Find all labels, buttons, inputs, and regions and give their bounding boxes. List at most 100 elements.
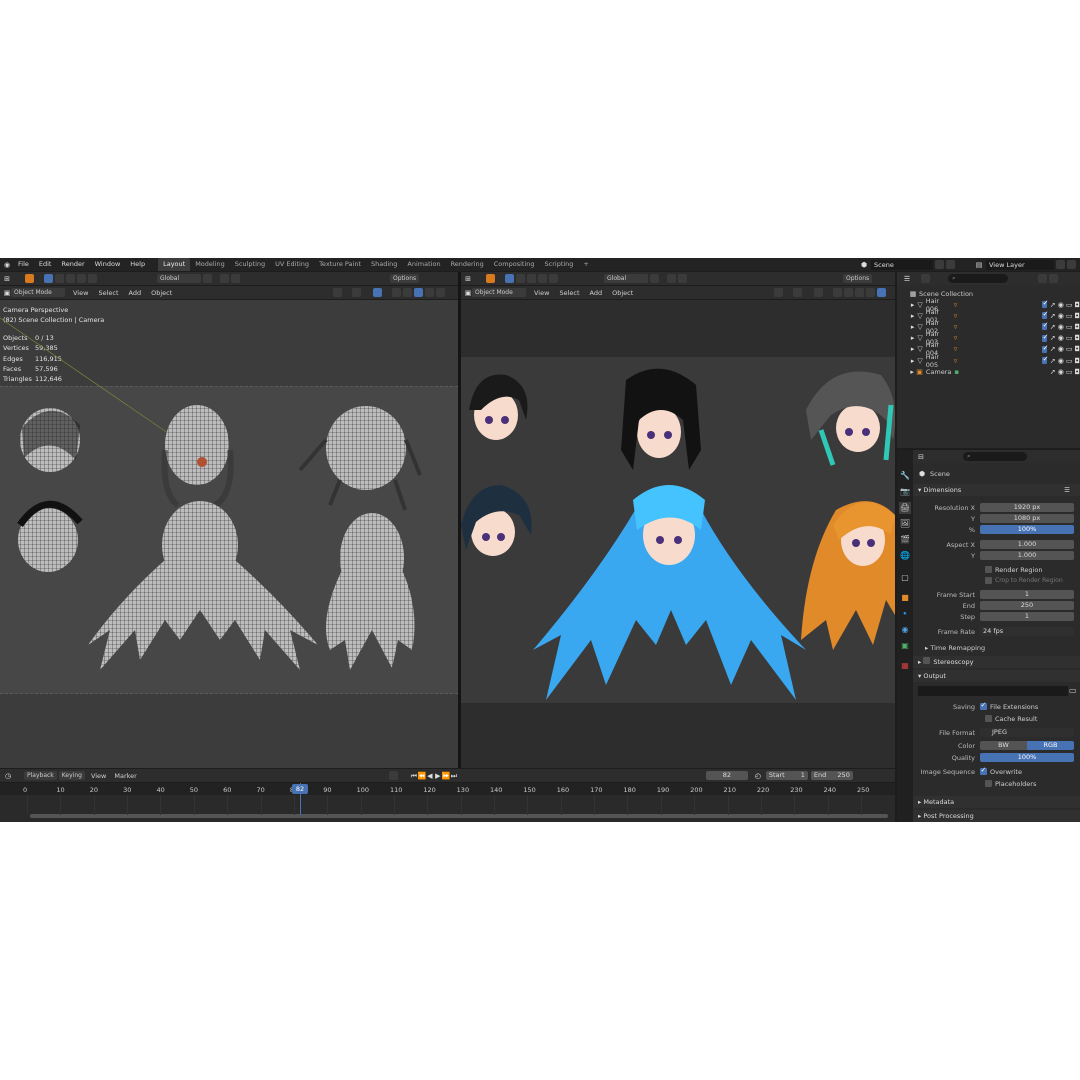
left-transform-orientation[interactable]: Global: [157, 274, 201, 283]
menu-render[interactable]: Render: [56, 258, 89, 271]
texture-tab-icon[interactable]: ▦: [899, 660, 911, 672]
eye-icon[interactable]: ◉: [1058, 323, 1064, 331]
physics-tab-icon[interactable]: ◉: [899, 624, 911, 636]
right-menu-object[interactable]: Object: [607, 289, 638, 297]
outliner-editor-icon[interactable]: ☰: [903, 275, 911, 283]
expand-arrow-icon[interactable]: ▸: [910, 301, 915, 309]
aspect-x-field[interactable]: 1.000: [980, 540, 1074, 549]
timeline-menu-view[interactable]: View: [87, 772, 110, 780]
tool-tab-icon[interactable]: 🔧: [899, 470, 911, 482]
current-frame-field[interactable]: 82: [705, 771, 748, 780]
render-region-row[interactable]: Render Region: [985, 564, 1080, 575]
left-visibility-icon[interactable]: [333, 288, 343, 297]
left-overlays-icon[interactable]: [373, 288, 383, 297]
output-path-input[interactable]: [918, 686, 1068, 696]
outliner-item[interactable]: ▸▽Hair 001▿➚◉▭◘: [897, 308, 1080, 324]
render-camera-icon[interactable]: ◘: [1074, 312, 1080, 320]
object-tab-icon[interactable]: ■: [899, 592, 911, 604]
right-transform-orientation[interactable]: Global: [604, 274, 648, 283]
scene-copy-icon[interactable]: [935, 260, 944, 269]
outliner-item[interactable]: ▸▽Hair 003▿➚◉▭◘: [897, 330, 1080, 346]
eye-icon[interactable]: ◉: [1058, 334, 1064, 342]
timeline-scrollbar[interactable]: [30, 814, 888, 818]
cache-result-row[interactable]: Cache Result: [985, 713, 1080, 724]
outliner-item[interactable]: ▸▽Hair 006▿➚◉▭◘: [897, 297, 1080, 313]
right-visibility-icon[interactable]: [774, 288, 784, 297]
dimensions-panel-header[interactable]: ▾ Dimensions ☰: [913, 484, 1080, 496]
right-overlays-icon[interactable]: [814, 288, 824, 297]
stopwatch-icon[interactable]: ◴: [754, 772, 762, 780]
viewport-monitor-icon[interactable]: ▭: [1066, 345, 1073, 353]
stereoscopy-checkbox[interactable]: [923, 657, 931, 664]
left-3d-viewport[interactable]: Camera Perspective (82) Scene Collection…: [0, 300, 458, 768]
timeline-editor-icon[interactable]: ◷: [4, 772, 12, 780]
right-select-tool-icon[interactable]: [486, 274, 495, 283]
viewport-monitor-icon[interactable]: ▭: [1066, 334, 1073, 342]
right-select-subtract-icon[interactable]: [527, 274, 536, 283]
left-menu-add[interactable]: Add: [124, 289, 147, 297]
properties-editor-icon[interactable]: ⊟: [917, 453, 925, 461]
right-shading-rendered-icon[interactable]: [877, 288, 887, 297]
exclude-checkbox[interactable]: [1042, 321, 1048, 331]
eye-icon[interactable]: ◉: [1058, 357, 1064, 365]
pivot-icon[interactable]: [203, 274, 212, 283]
select-arrow-icon[interactable]: ➚: [1050, 301, 1056, 309]
right-proportional-edit-icon[interactable]: [678, 274, 687, 283]
frame-end-field[interactable]: 250: [980, 601, 1074, 610]
timeline-menu-keying[interactable]: Keying: [58, 771, 85, 780]
right-menu-select[interactable]: Select: [554, 289, 584, 297]
quality-slider[interactable]: 100%: [980, 753, 1074, 762]
expand-arrow-icon[interactable]: ▸: [910, 368, 914, 376]
menu-file[interactable]: File: [13, 258, 34, 271]
collection-tab-icon[interactable]: ▢: [899, 572, 911, 584]
exclude-checkbox[interactable]: [1042, 344, 1048, 353]
editor-type-icon[interactable]: ⊞: [3, 275, 11, 283]
tab-rendering[interactable]: Rendering: [446, 258, 489, 271]
menu-window[interactable]: Window: [90, 258, 126, 271]
select-arrow-icon[interactable]: ➚: [1050, 345, 1056, 353]
file-extensions-checkbox[interactable]: [980, 701, 987, 710]
add-workspace-button[interactable]: +: [578, 258, 593, 271]
outliner-item[interactable]: ▸▽Hair 002▿➚◉▭◘: [897, 319, 1080, 335]
scene-name-field[interactable]: Scene: [871, 259, 933, 270]
menu-edit[interactable]: Edit: [34, 258, 57, 271]
right-shading-solid-icon[interactable]: [855, 288, 865, 297]
crop-region-checkbox[interactable]: [985, 577, 992, 584]
render-camera-icon[interactable]: ◘: [1074, 301, 1080, 309]
timeline-menu-playback[interactable]: Playback: [24, 771, 57, 780]
tab-layout[interactable]: Layout: [158, 258, 191, 271]
snap-icon[interactable]: [220, 274, 229, 283]
constraints-tab-icon[interactable]: ▣: [899, 640, 911, 652]
exclude-checkbox[interactable]: [1042, 310, 1048, 320]
right-snap-icon[interactable]: [667, 274, 676, 283]
modifier-tab-icon[interactable]: 🔹: [899, 608, 911, 620]
frame-start-field[interactable]: 1: [980, 590, 1074, 599]
exclude-checkbox[interactable]: [1042, 355, 1048, 364]
outliner-root[interactable]: ▦ Scene Collection: [897, 288, 1080, 299]
world-tab-icon[interactable]: 🌐: [899, 550, 911, 562]
left-shading-solid-icon[interactable]: [414, 288, 424, 297]
cache-result-checkbox[interactable]: [985, 715, 992, 722]
properties-search-input[interactable]: ⌕: [963, 452, 1027, 461]
presets-icon[interactable]: ☰: [1064, 484, 1070, 496]
crop-region-row[interactable]: Crop to Render Region: [985, 575, 1080, 586]
right-select-extend-icon[interactable]: [516, 274, 525, 283]
right-options-button[interactable]: Options: [843, 274, 873, 283]
proportional-edit-icon[interactable]: [231, 274, 240, 283]
view-layer-tab-icon[interactable]: 🖼: [899, 518, 911, 530]
right-pivot-icon[interactable]: [650, 274, 659, 283]
left-menu-object[interactable]: Object: [146, 289, 177, 297]
outliner-new-collection-icon[interactable]: [1049, 274, 1058, 283]
jump-keyframe-forward-icon[interactable]: ⏩: [442, 772, 451, 780]
right-select-intersect-icon[interactable]: [549, 274, 558, 283]
right-gizmo-icon[interactable]: [793, 288, 803, 297]
placeholders-row[interactable]: Placeholders: [985, 778, 1080, 789]
expand-arrow-icon[interactable]: ▸: [910, 323, 915, 331]
render-camera-icon[interactable]: ◘: [1074, 334, 1080, 342]
start-frame-field[interactable]: Start 1: [765, 771, 808, 780]
resolution-percent-slider[interactable]: 100%: [980, 525, 1074, 534]
output-tab-icon[interactable]: 🖨: [899, 502, 911, 514]
select-extend-icon[interactable]: [55, 274, 64, 283]
viewport-monitor-icon[interactable]: ▭: [1066, 323, 1073, 331]
select-intersect-icon[interactable]: [88, 274, 97, 283]
